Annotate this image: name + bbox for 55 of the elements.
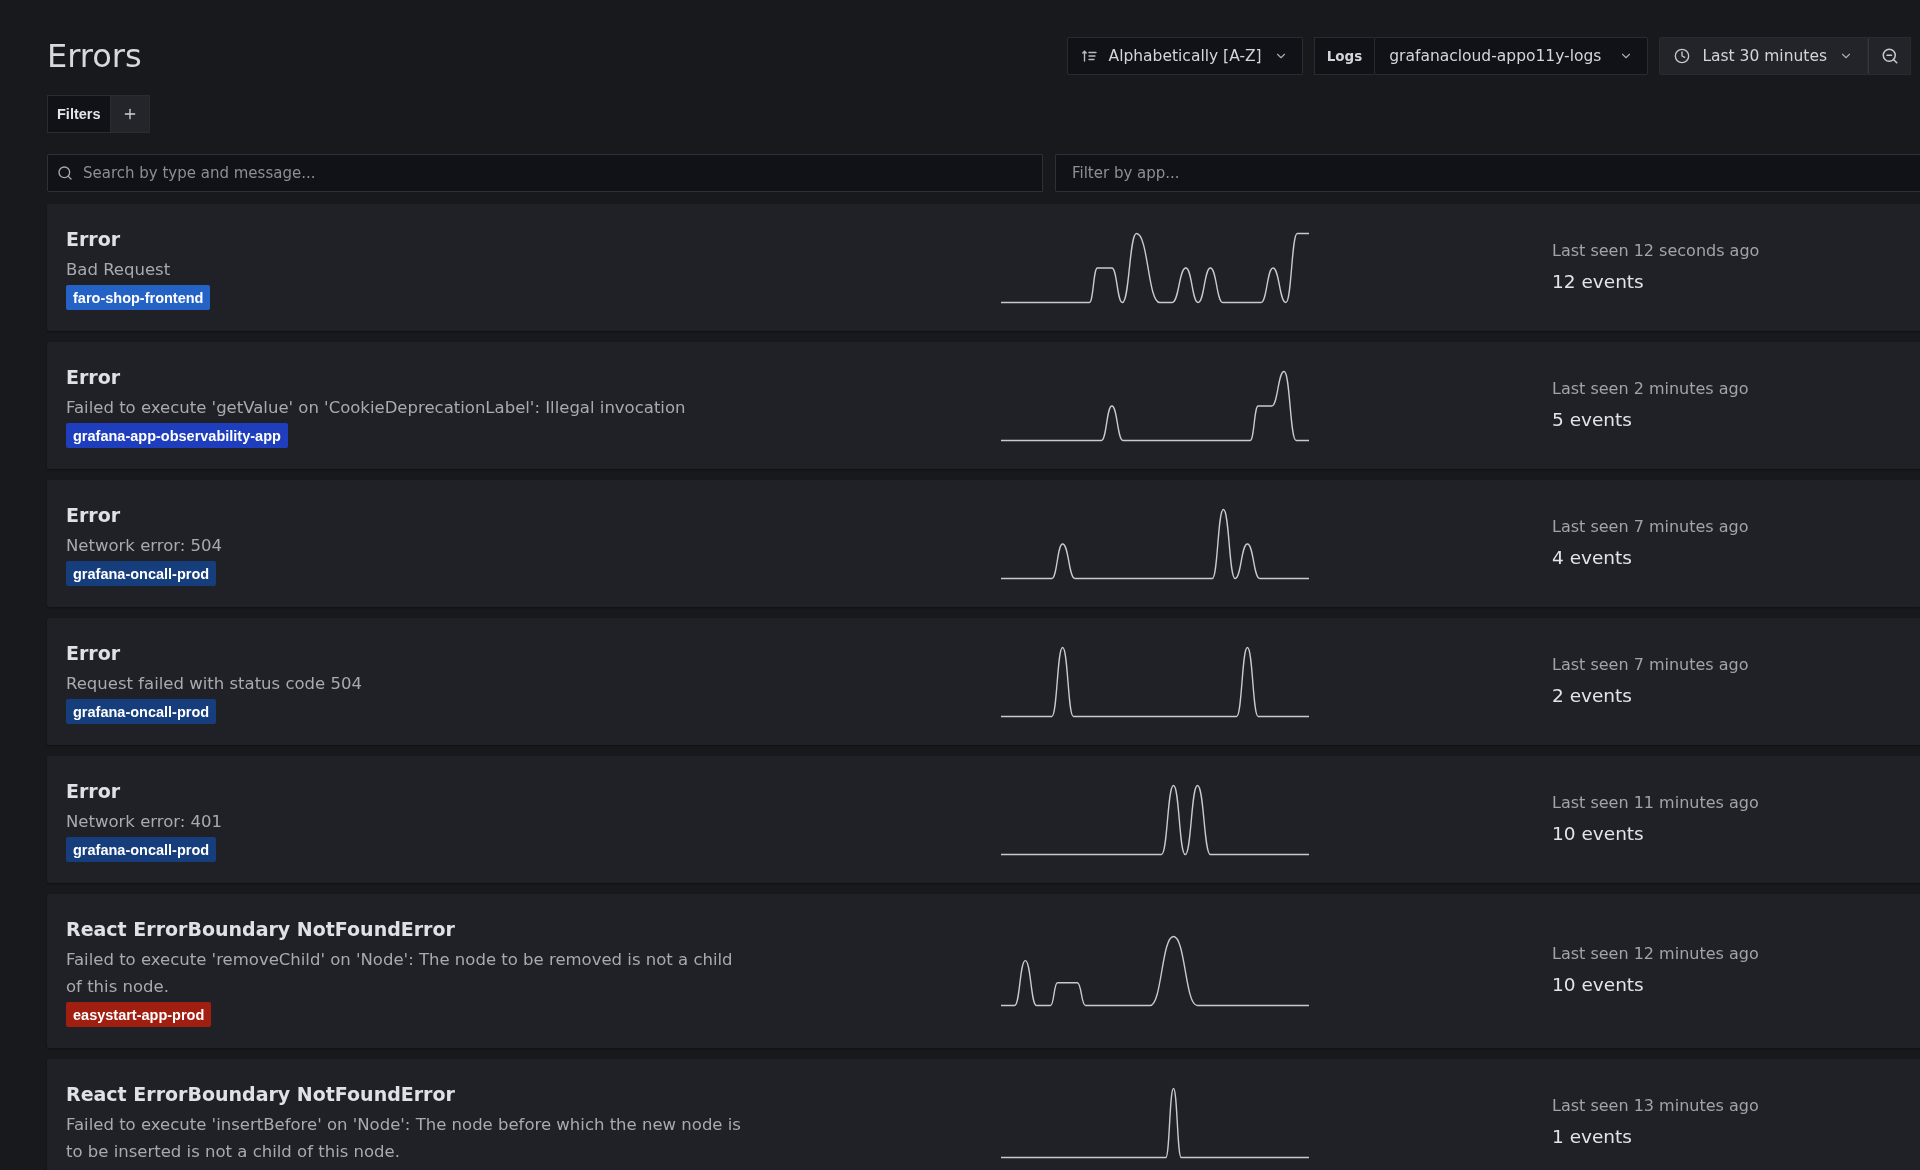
app-tag: faro-shop-frontend — [66, 285, 211, 310]
event-count: 2 events — [1552, 683, 1632, 708]
time-range-picker[interactable]: Last 30 minutes — [1659, 37, 1868, 75]
error-type: Error — [66, 365, 121, 390]
error-message: Network error: 504 — [66, 535, 223, 557]
error-message: Failed to execute 'removeChild' on 'Node': The node to be removed is not a child of this node. — [66, 949, 734, 998]
error-card[interactable]: Error Network error: 401 grafana-oncall-prod Last seen 11 minutes ago 10 events — [47, 756, 1920, 883]
data-source-label: Logs — [1313, 37, 1375, 75]
error-type: Error — [66, 779, 121, 804]
error-card[interactable]: Error Network error: 504 grafana-oncall-prod Last seen 7 minutes ago 4 events — [47, 480, 1920, 607]
last-seen-text: Last seen 7 minutes ago — [1552, 515, 1749, 538]
last-seen-text: Last seen 11 minutes ago — [1552, 791, 1759, 814]
error-type: Error — [66, 641, 121, 666]
event-count: 5 events — [1552, 407, 1632, 432]
filters-button[interactable]: Filters — [47, 95, 111, 133]
error-message: Network error: 401 — [66, 811, 223, 833]
app-tag: grafana-oncall-prod — [66, 699, 217, 724]
event-count: 10 events — [1552, 973, 1644, 997]
search-field[interactable]: Search by type and message... — [47, 154, 1043, 192]
zoom-out-button[interactable] — [1868, 37, 1911, 75]
error-type: React ErrorBoundary NotFoundError — [66, 1082, 455, 1107]
last-seen-text: Last seen 7 minutes ago — [1552, 653, 1749, 676]
error-card[interactable]: Error Request failed with status code 504 grafana-oncall-prod Last seen 7 minutes ago 2 events — [47, 618, 1920, 745]
error-message: Failed to execute 'getValue' on 'CookieDeprecationLabel': Illegal invocation — [66, 397, 686, 419]
error-type: React ErrorBoundary NotFoundError — [66, 917, 455, 942]
app-filter-field[interactable]: Filter by app... — [1055, 154, 1920, 192]
app-tag: grafana-app-observability-app — [66, 423, 288, 448]
page-title: Errors — [47, 37, 142, 75]
add-filter-button[interactable] — [110, 95, 150, 133]
event-count: 10 events — [1552, 821, 1644, 846]
error-message: Failed to execute 'insertBefore' on 'Node': The node before which the new node is to be inserted is not a child of this node. — [66, 1114, 742, 1163]
error-card[interactable]: Error Bad Request faro-shop-frontend Last seen 12 seconds ago 12 events — [47, 204, 1920, 331]
event-count: 1 events — [1552, 1124, 1632, 1149]
last-seen-text: Last seen 2 minutes ago — [1552, 377, 1749, 400]
app-tag: grafana-oncall-prod — [66, 561, 217, 586]
event-count: 12 events — [1552, 269, 1644, 294]
sort-icon — [1081, 50, 1097, 62]
app-tag: grafana-oncall-prod — [66, 837, 217, 862]
error-message: Bad Request — [66, 259, 171, 281]
search-icon — [57, 165, 73, 181]
error-message: Request failed with status code 504 — [66, 673, 362, 695]
error-type: Error — [66, 227, 121, 252]
sort-select[interactable]: Alphabetically [A-Z] — [1066, 37, 1303, 75]
error-card[interactable]: React ErrorBoundary NotFoundError Failed to execute 'insertBefore' on 'Node': The node before which the new node is to be inserted is not a child of this node. Last seen 13 minutes ago 1 events — [47, 1059, 1920, 1170]
zoom-out-icon — [1880, 47, 1899, 65]
error-type: Error — [66, 503, 121, 528]
app-tag: easystart-app-prod — [66, 1002, 212, 1027]
error-card[interactable]: Error Failed to execute 'getValue' on 'CookieDeprecationLabel': Illegal invocation grafana-app-observability-app Last seen 2 minutes ago 5 events — [47, 342, 1920, 469]
last-seen-text: Last seen 13 minutes ago — [1552, 1094, 1759, 1117]
event-count: 4 events — [1552, 545, 1632, 570]
error-card[interactable]: React ErrorBoundary NotFoundError Failed to execute 'removeChild' on 'Node': The node to be removed is not a child of this node. easystart-app-prod Last seen 12 minutes ago 10 events — [47, 894, 1920, 1048]
data-source-select[interactable]: grafanacloud-appo11y-logs — [1374, 37, 1649, 75]
clock-icon — [1674, 48, 1691, 64]
last-seen-text: Last seen 12 seconds ago — [1552, 239, 1760, 262]
last-seen-text: Last seen 12 minutes ago — [1552, 943, 1759, 965]
